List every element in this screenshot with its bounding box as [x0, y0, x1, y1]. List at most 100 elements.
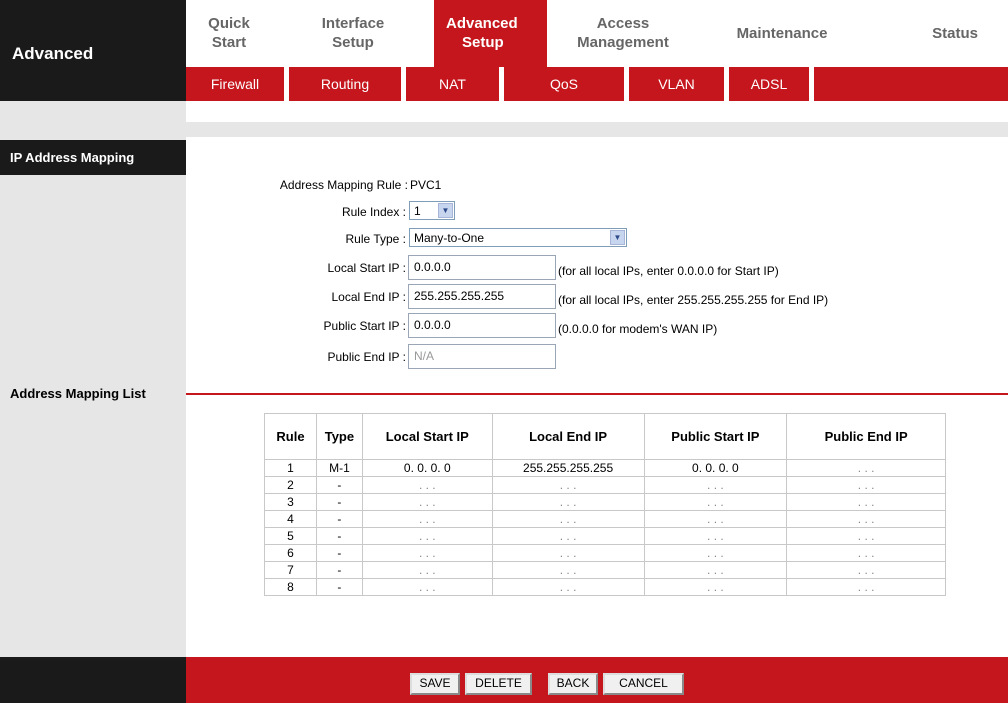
local-end-hint: (for all local IPs, enter 255.255.255.25… [558, 293, 829, 307]
table-cell: . . . [643, 493, 788, 511]
tab-access-management[interactable]: Access Management [547, 0, 699, 67]
table-cell: . . . [491, 493, 645, 511]
table-cell: . . . [491, 561, 645, 579]
table-cell: 7 [264, 561, 317, 579]
table-row: 4-. . .. . .. . .. . . [264, 510, 946, 528]
subtab-routing[interactable]: Routing [289, 67, 401, 101]
table-cell: . . . [786, 476, 946, 494]
table-cell: . . . [491, 527, 645, 545]
public-start-label: Public Start IP : [323, 319, 406, 333]
tab-label: Setup [332, 34, 374, 51]
table-row: 3-. . .. . .. . .. . . [264, 493, 946, 511]
back-button[interactable]: BACK [548, 673, 598, 695]
rule-index-value: 1 [414, 204, 421, 218]
table-row: 1 M-1 0. 0. 0. 0 255.255.255.255 0. 0. 0. 0.… [264, 459, 946, 477]
table-cell: - [315, 544, 363, 562]
table-cell: . . . [361, 561, 493, 579]
table-row: 6-. . .. . .. . .. . . [264, 544, 946, 562]
tab-label: Quick [208, 15, 250, 32]
subtab-adsl[interactable]: ADSL [729, 67, 809, 101]
table-cell: . . . [361, 510, 493, 528]
local-start-hint: (for all local IPs, enter 0.0.0.0 for St… [558, 264, 779, 278]
table-cell: 4 [264, 510, 317, 528]
col-header: Public End IP [786, 413, 946, 460]
table-cell: - [315, 561, 363, 579]
local-end-label: Local End IP : [331, 290, 407, 304]
mapping-table: Rule Type Local Start IP Local End IP Pu… [264, 413, 946, 596]
brand-panel: Advanced [0, 0, 186, 101]
top-nav: Quick Start Interface Setup Advanced Setup … [186, 0, 1008, 67]
rule-type-value: Many-to-One [414, 231, 485, 245]
tab-label: Start [211, 34, 247, 51]
table-cell: 0. 0. 0. 0 [361, 459, 493, 477]
section-title: IP Address Mapping [0, 140, 186, 175]
subtab-firewall[interactable]: Firewall [186, 67, 284, 101]
subtab-nat[interactable]: NAT [406, 67, 499, 101]
table-cell: . . . [643, 527, 788, 545]
table-header-row: Rule Type Local Start IP Local End IP Pu… [264, 413, 946, 460]
tab-interface-setup[interactable]: Interface Setup [272, 0, 434, 67]
table-row: 8-. . .. . .. . .. . . [264, 578, 946, 596]
left-sidebar [0, 101, 186, 703]
table-cell: . . . [643, 561, 788, 579]
table-cell: . . . [786, 510, 946, 528]
table-cell: . . . [361, 527, 493, 545]
table-cell: 5 [264, 527, 317, 545]
table-cell: . . . [786, 561, 946, 579]
table-cell: . . . [361, 493, 493, 511]
table-row: 7-. . .. . .. . .. . . [264, 561, 946, 579]
col-header: Local Start IP [361, 413, 493, 460]
spacer-band [186, 122, 1008, 137]
tab-label: Interface [321, 15, 385, 32]
rule-index-select[interactable]: 1 ▼ [409, 201, 455, 220]
delete-button[interactable]: DELETE [465, 673, 532, 695]
table-cell: . . . [361, 476, 493, 494]
rule-type-select[interactable]: Many-to-One ▼ [409, 228, 627, 247]
tab-label: Management [577, 34, 669, 51]
table-cell: 6 [264, 544, 317, 562]
table-cell: 8 [264, 578, 317, 596]
chevron-down-icon: ▼ [610, 230, 625, 245]
table-cell: . . . [491, 476, 645, 494]
table-cell: . . . [643, 510, 788, 528]
local-start-label: Local Start IP : [327, 261, 407, 275]
local-start-input[interactable]: 0.0.0.0 [408, 255, 556, 280]
table-cell: - [315, 578, 363, 596]
rule-type-label: Rule Type : [345, 232, 406, 246]
table-cell: . . . [643, 578, 788, 596]
subtab-qos[interactable]: QoS [504, 67, 624, 101]
table-row: 2-. . .. . .. . .. . . [264, 476, 946, 494]
table-cell: . . . [786, 578, 946, 596]
tab-label: Setup [462, 34, 504, 51]
tab-label: Status [932, 25, 978, 42]
col-header: Public Start IP [643, 413, 788, 460]
cancel-button[interactable]: CANCEL [603, 673, 684, 695]
public-end-input: N/A [408, 344, 556, 369]
local-end-input[interactable]: 255.255.255.255 [408, 284, 556, 309]
table-cell: . . . [491, 510, 645, 528]
tab-label: Advanced [446, 15, 518, 32]
table-cell: M-1 [315, 459, 363, 477]
public-end-label: Public End IP : [327, 350, 407, 364]
tab-quick-start[interactable]: Quick Start [186, 0, 272, 67]
col-header: Local End IP [491, 413, 645, 460]
public-start-input[interactable]: 0.0.0.0 [408, 313, 556, 338]
tab-label: Access [596, 15, 650, 32]
tab-status[interactable]: Status [865, 0, 1008, 67]
table-cell: - [315, 527, 363, 545]
footer-left [0, 657, 186, 703]
table-cell: . . . [643, 544, 788, 562]
public-start-hint: (0.0.0.0 for modem's WAN IP) [558, 322, 718, 336]
table-cell: - [315, 493, 363, 511]
tab-advanced-setup[interactable]: Advanced Setup [434, 0, 547, 67]
table-cell: 255.255.255.255 [491, 459, 645, 477]
table-cell: . . . [643, 476, 788, 494]
tab-maintenance[interactable]: Maintenance [699, 0, 865, 67]
save-button[interactable]: SAVE [410, 673, 460, 695]
col-header: Type [315, 413, 363, 460]
brand-title: Advanced [12, 44, 94, 63]
sub-nav: Firewall Routing NAT QoS VLAN ADSL [186, 67, 1008, 101]
table-cell: . . . [491, 544, 645, 562]
subnav-separator [809, 67, 814, 101]
subtab-vlan[interactable]: VLAN [629, 67, 724, 101]
